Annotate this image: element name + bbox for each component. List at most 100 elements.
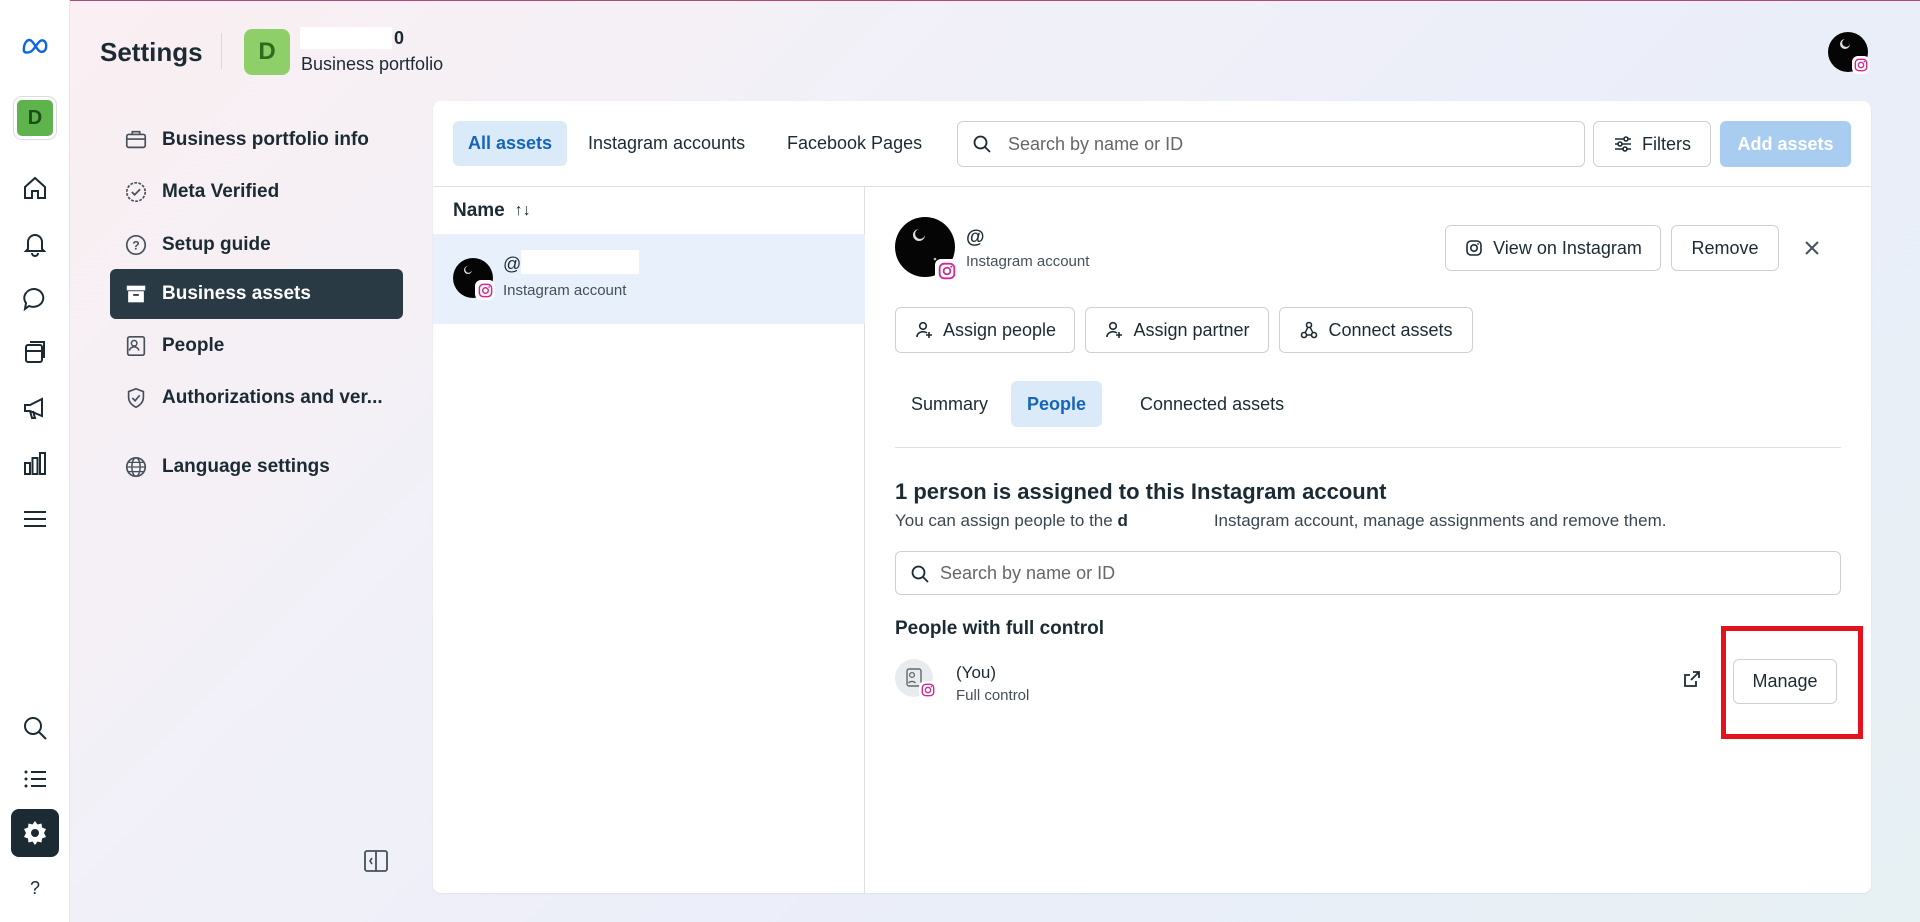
nav-item-label: Language settings: [162, 456, 330, 477]
assignment-heading: 1 person is assigned to this Instagram a…: [895, 479, 1387, 504]
connect-nodes-icon: [1301, 321, 1318, 339]
nav-item-people[interactable]: People: [110, 321, 403, 371]
tab-facebook-pages[interactable]: Facebook Pages: [772, 121, 937, 166]
highlight-box: [1721, 626, 1863, 739]
filters-button[interactable]: Filters: [1593, 121, 1711, 167]
chart-icon[interactable]: [11, 440, 59, 488]
home-icon[interactable]: [11, 164, 59, 212]
account-handle: @: [966, 227, 985, 248]
meta-logo[interactable]: [11, 22, 59, 70]
briefcase-icon: [123, 127, 149, 153]
id-card-icon: [123, 333, 149, 359]
connect-assets-button[interactable]: Connect assets: [1279, 307, 1473, 353]
add-assets-button[interactable]: Add assets: [1720, 121, 1851, 167]
assignment-description: You can assign people to the d Instagram …: [895, 511, 1666, 531]
business-portfolio-avatar[interactable]: D: [244, 29, 290, 75]
assets-list: Name ↑↓ @ Instagram account: [433, 187, 865, 893]
list-item-handle: @: [503, 254, 522, 274]
search-icon: [911, 565, 929, 583]
add-person-icon: [916, 321, 932, 338]
instagram-badge-icon: [935, 259, 959, 283]
help-icon[interactable]: ?: [11, 864, 59, 912]
profile-avatar[interactable]: [1828, 32, 1870, 74]
sliders-icon: [1615, 136, 1631, 152]
search-placeholder: Search by name or ID: [940, 562, 1116, 583]
question-circle-icon: ?: [123, 232, 149, 258]
assign-partner-button[interactable]: Assign partner: [1085, 307, 1269, 353]
nav-item-language-settings[interactable]: Language settings: [110, 442, 403, 492]
verified-badge-icon: [123, 179, 149, 205]
name-column-header[interactable]: Name ↑↓: [453, 200, 531, 222]
tab-people[interactable]: People: [1011, 381, 1103, 427]
shield-check-icon: [123, 385, 149, 411]
person-name: (You): [956, 663, 997, 682]
person-role: Full control: [956, 687, 1030, 704]
page-title: Settings: [100, 37, 203, 67]
gear-icon[interactable]: [11, 809, 59, 857]
list-icon[interactable]: [11, 755, 59, 803]
description-text: You can assign people to the: [895, 511, 1118, 530]
instagram-badge-icon: [919, 681, 937, 699]
pages-icon[interactable]: [11, 329, 59, 377]
search-placeholder: Search by name or ID: [1008, 133, 1184, 154]
assets-toolbar: All assets Instagram accounts Facebook P…: [433, 101, 1871, 187]
assign-people-label: Assign people: [942, 319, 1057, 340]
search-icon: [973, 135, 991, 153]
portfolio-subtitle: Business portfolio: [301, 54, 444, 74]
nav-item-meta-verified[interactable]: Meta Verified: [110, 167, 403, 217]
collapse-sidebar-icon[interactable]: [362, 848, 390, 874]
account-type: Instagram account: [966, 253, 1090, 270]
tab-summary[interactable]: Summary: [895, 381, 1004, 427]
portfolio-avatar[interactable]: D: [14, 97, 56, 139]
instagram-badge-icon: [475, 280, 495, 300]
menu-icon[interactable]: [11, 495, 59, 543]
instagram-badge-icon: [1852, 56, 1870, 74]
list-item[interactable]: @ Instagram account: [433, 234, 865, 324]
portfolio-name[interactable]: 0: [394, 28, 404, 49]
nav-item-business-portfolio-info[interactable]: Business portfolio info: [110, 115, 403, 165]
view-label: View on Instagram: [1493, 237, 1642, 258]
left-rail: D ?: [0, 0, 70, 922]
nav-item-label: Authorizations and ver...: [162, 387, 383, 408]
view-on-instagram-button[interactable]: View on Instagram: [1445, 225, 1661, 271]
svg-text:?: ?: [30, 878, 40, 898]
nav-item-setup-guide[interactable]: ? Setup guide: [110, 220, 403, 270]
people-search-input[interactable]: Search by name or ID: [895, 551, 1841, 595]
nav-item-authorizations[interactable]: Authorizations and ver...: [110, 373, 403, 423]
assign-partner-label: Assign partner: [1133, 319, 1250, 340]
account-name-fragment: d: [1117, 511, 1128, 530]
asset-detail-panel: @ Instagram account View on Instagram Re…: [865, 187, 1871, 893]
bell-icon[interactable]: [11, 220, 59, 268]
close-icon[interactable]: [1799, 235, 1825, 261]
redacted-portfolio-name: [300, 27, 392, 49]
assets-search-input[interactable]: Search by name or ID: [957, 121, 1585, 167]
nav-item-label: Meta Verified: [162, 181, 280, 202]
business-assets-card: All assets Instagram accounts Facebook P…: [433, 101, 1871, 893]
name-header-label: Name: [453, 200, 505, 221]
nav-item-business-assets[interactable]: Business assets: [110, 269, 403, 319]
connect-assets-label: Connect assets: [1328, 319, 1453, 340]
add-partner-icon: [1106, 321, 1123, 338]
megaphone-icon[interactable]: [11, 384, 59, 432]
assign-people-button[interactable]: Assign people: [895, 307, 1075, 353]
sort-icon[interactable]: ↑↓: [515, 202, 531, 220]
top-accent-line: [0, 0, 1920, 1]
remove-button[interactable]: Remove: [1671, 225, 1779, 271]
instagram-icon: [1466, 240, 1482, 256]
nav-item-label: Setup guide: [162, 234, 271, 255]
nav-item-label: Business portfolio info: [162, 129, 369, 150]
svg-text:?: ?: [132, 239, 139, 253]
chat-icon[interactable]: [11, 275, 59, 323]
tab-all-assets[interactable]: All assets: [453, 121, 568, 166]
tab-instagram-accounts[interactable]: Instagram accounts: [573, 121, 760, 166]
tab-connected-assets[interactable]: Connected assets: [1124, 381, 1300, 427]
globe-icon: [123, 454, 149, 480]
list-item-type: Instagram account: [503, 282, 627, 299]
external-link-icon[interactable]: [1681, 668, 1703, 690]
divider: [895, 447, 1841, 448]
nav-item-label: Business assets: [162, 283, 311, 304]
archive-box-icon: [123, 281, 149, 307]
redacted-handle: [521, 250, 639, 274]
search-icon[interactable]: [11, 704, 59, 752]
description-text: Instagram account, manage assignments an…: [1213, 511, 1667, 530]
